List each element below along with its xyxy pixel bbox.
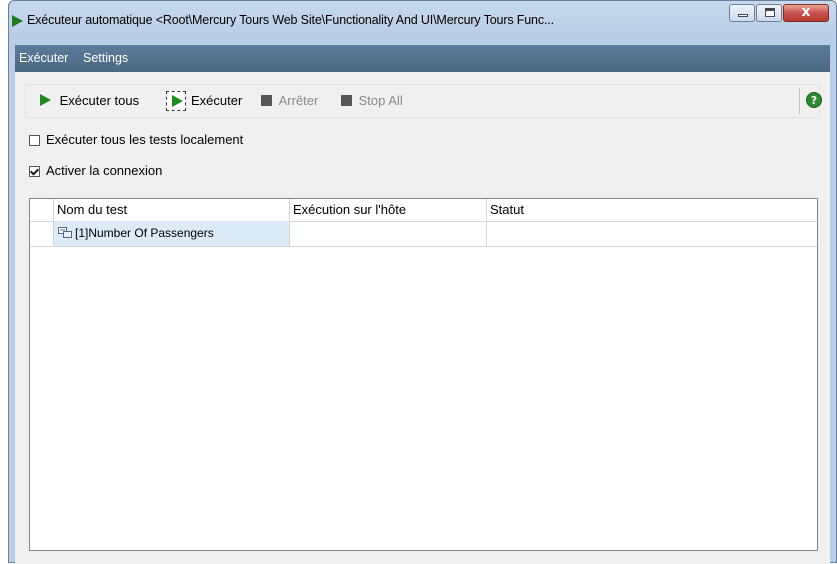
menu-bar: Exécuter Settings	[15, 45, 830, 72]
stop-all-button[interactable]: Stop All	[341, 93, 403, 108]
minimize-icon	[738, 14, 748, 17]
close-button[interactable]: x	[783, 4, 829, 22]
test-name-cell[interactable]: [1]Number Of Passengers	[54, 221, 290, 246]
stop-icon	[341, 95, 352, 106]
column-header-host[interactable]: Exécution sur l'hôte	[290, 199, 487, 221]
menu-executer[interactable]: Exécuter	[19, 51, 68, 65]
run-all-button[interactable]: Exécuter tous	[40, 93, 139, 108]
play-icon	[12, 15, 23, 27]
toolbar-separator	[799, 88, 800, 114]
toolbar: Exécuter tous Exécuter Arrêter Stop All …	[25, 84, 822, 118]
maximize-button[interactable]	[756, 4, 782, 22]
run-locally-option[interactable]: Exécuter tous les tests localement	[29, 132, 243, 147]
stop-label: Arrêter	[278, 93, 319, 108]
host-cell[interactable]	[290, 221, 487, 246]
column-header-status[interactable]: Statut	[487, 199, 817, 221]
play-icon	[40, 94, 51, 106]
run-all-label: Exécuter tous	[59, 93, 140, 108]
client-area: Exécuter tous Exécuter Arrêter Stop All …	[15, 72, 830, 564]
stop-all-label: Stop All	[358, 93, 403, 108]
menu-settings[interactable]: Settings	[83, 51, 128, 65]
test-grid: Nom du test Exécution sur l'hôte Statut …	[29, 198, 818, 551]
play-icon	[172, 95, 183, 107]
run-button-icon[interactable]	[166, 91, 186, 111]
column-header-test-name[interactable]: Nom du test	[54, 199, 290, 221]
enable-connection-checkbox[interactable]	[29, 166, 40, 177]
maximize-icon	[765, 8, 775, 17]
grid-header: Nom du test Exécution sur l'hôte Statut	[30, 199, 817, 222]
run-locally-label: Exécuter tous les tests localement	[46, 132, 244, 147]
help-icon[interactable]: ?	[806, 92, 822, 108]
window-controls: x	[728, 4, 829, 22]
enable-connection-label: Activer la connexion	[46, 163, 163, 178]
stop-icon	[261, 95, 272, 106]
minimize-button[interactable]	[729, 4, 755, 22]
test-icon	[58, 227, 72, 238]
close-icon: x	[801, 4, 811, 20]
grid-corner	[30, 199, 54, 221]
title-bar[interactable]: Exécuteur automatique <Root\Mercury Tour…	[9, 1, 836, 45]
row-selector[interactable]	[30, 221, 54, 246]
window-title: Exécuteur automatique <Root\Mercury Tour…	[27, 13, 554, 27]
status-cell[interactable]	[487, 221, 817, 246]
stop-button[interactable]: Arrêter	[261, 93, 318, 108]
table-row[interactable]: [1]Number Of Passengers	[30, 221, 817, 247]
test-name-text: [1]Number Of Passengers	[75, 226, 214, 240]
run-button[interactable]: Exécuter	[191, 93, 242, 108]
runner-window: Exécuteur automatique <Root\Mercury Tour…	[8, 0, 837, 564]
run-locally-checkbox[interactable]	[29, 135, 40, 146]
enable-connection-option[interactable]: Activer la connexion	[29, 163, 162, 178]
